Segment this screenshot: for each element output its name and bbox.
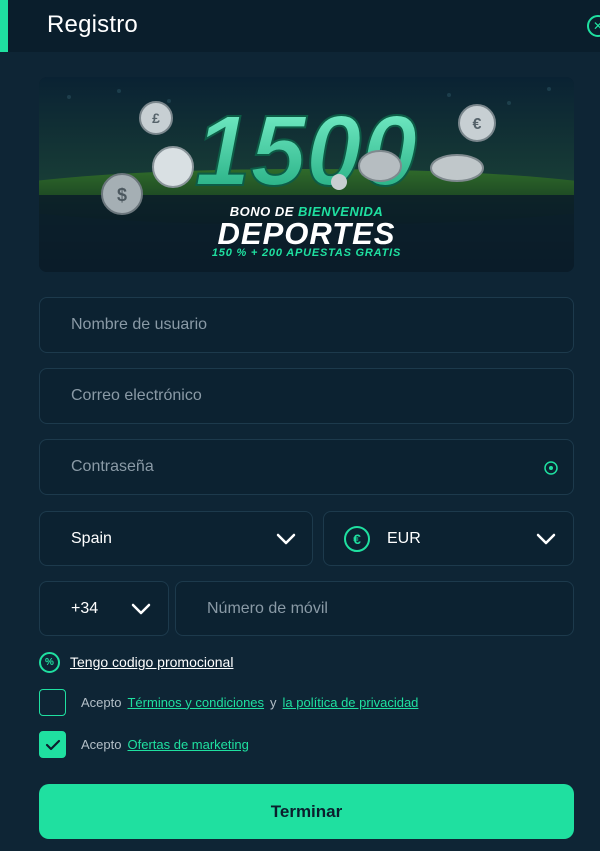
svg-text:€: €: [473, 116, 482, 133]
page-title: Registro: [47, 11, 138, 38]
welcome-bonus-banner: 1500 £ € $ BONO DE BIENVENIDA DEPORTES 1…: [39, 77, 574, 272]
phone-number-field: [175, 581, 574, 636]
percent-badge-icon: %: [39, 651, 60, 673]
terms-link[interactable]: Términos y condiciones: [127, 695, 264, 710]
marketing-checkbox[interactable]: [39, 730, 66, 758]
svg-text:$: $: [117, 185, 127, 205]
banner-offer: 150 % + 200 APUESTAS GRATIS: [211, 247, 402, 259]
username-field: [39, 297, 574, 353]
header-accent-bar: [0, 0, 8, 52]
password-field: [39, 439, 574, 495]
eye-icon[interactable]: [543, 460, 559, 476]
marketing-offers-link[interactable]: Ofertas de marketing: [127, 737, 248, 752]
country-select[interactable]: Spain: [39, 511, 313, 566]
country-value: Spain: [71, 530, 112, 547]
privacy-policy-link[interactable]: la política de privacidad: [283, 695, 419, 710]
currency-select[interactable]: € EUR: [323, 511, 574, 566]
terms-accept-text: Acepto: [81, 694, 122, 710]
marketing-row: Acepto Ofertas de marketing: [39, 730, 249, 758]
marketing-accept-text: Acepto: [81, 736, 122, 752]
email-input[interactable]: [40, 369, 573, 423]
promo-code-toggle[interactable]: % Tengo codigo promocional: [39, 651, 233, 673]
terms-conjunction: y: [270, 694, 277, 710]
phone-number-input[interactable]: [176, 582, 573, 635]
phone-prefix-value: +34: [71, 600, 99, 617]
svg-text:£: £: [152, 110, 160, 126]
promo-code-link[interactable]: Tengo codigo promocional: [70, 654, 233, 670]
submit-button[interactable]: Terminar: [39, 784, 574, 839]
chevron-down-icon: [536, 533, 556, 545]
terms-checkbox[interactable]: [39, 688, 66, 716]
euro-icon: €: [344, 526, 370, 552]
phone-prefix-select[interactable]: +34: [39, 581, 169, 636]
chevron-down-icon: [276, 533, 296, 545]
checkmark-icon: [45, 739, 61, 750]
header: Registro ✕: [0, 0, 600, 52]
terms-row: Acepto Términos y condiciones y la polít…: [39, 688, 418, 716]
currency-value: EUR: [387, 530, 421, 547]
close-icon[interactable]: ✕: [587, 15, 600, 37]
password-input[interactable]: [40, 440, 573, 494]
email-field: [39, 368, 574, 424]
chevron-down-icon: [131, 603, 151, 615]
username-input[interactable]: [40, 298, 573, 352]
